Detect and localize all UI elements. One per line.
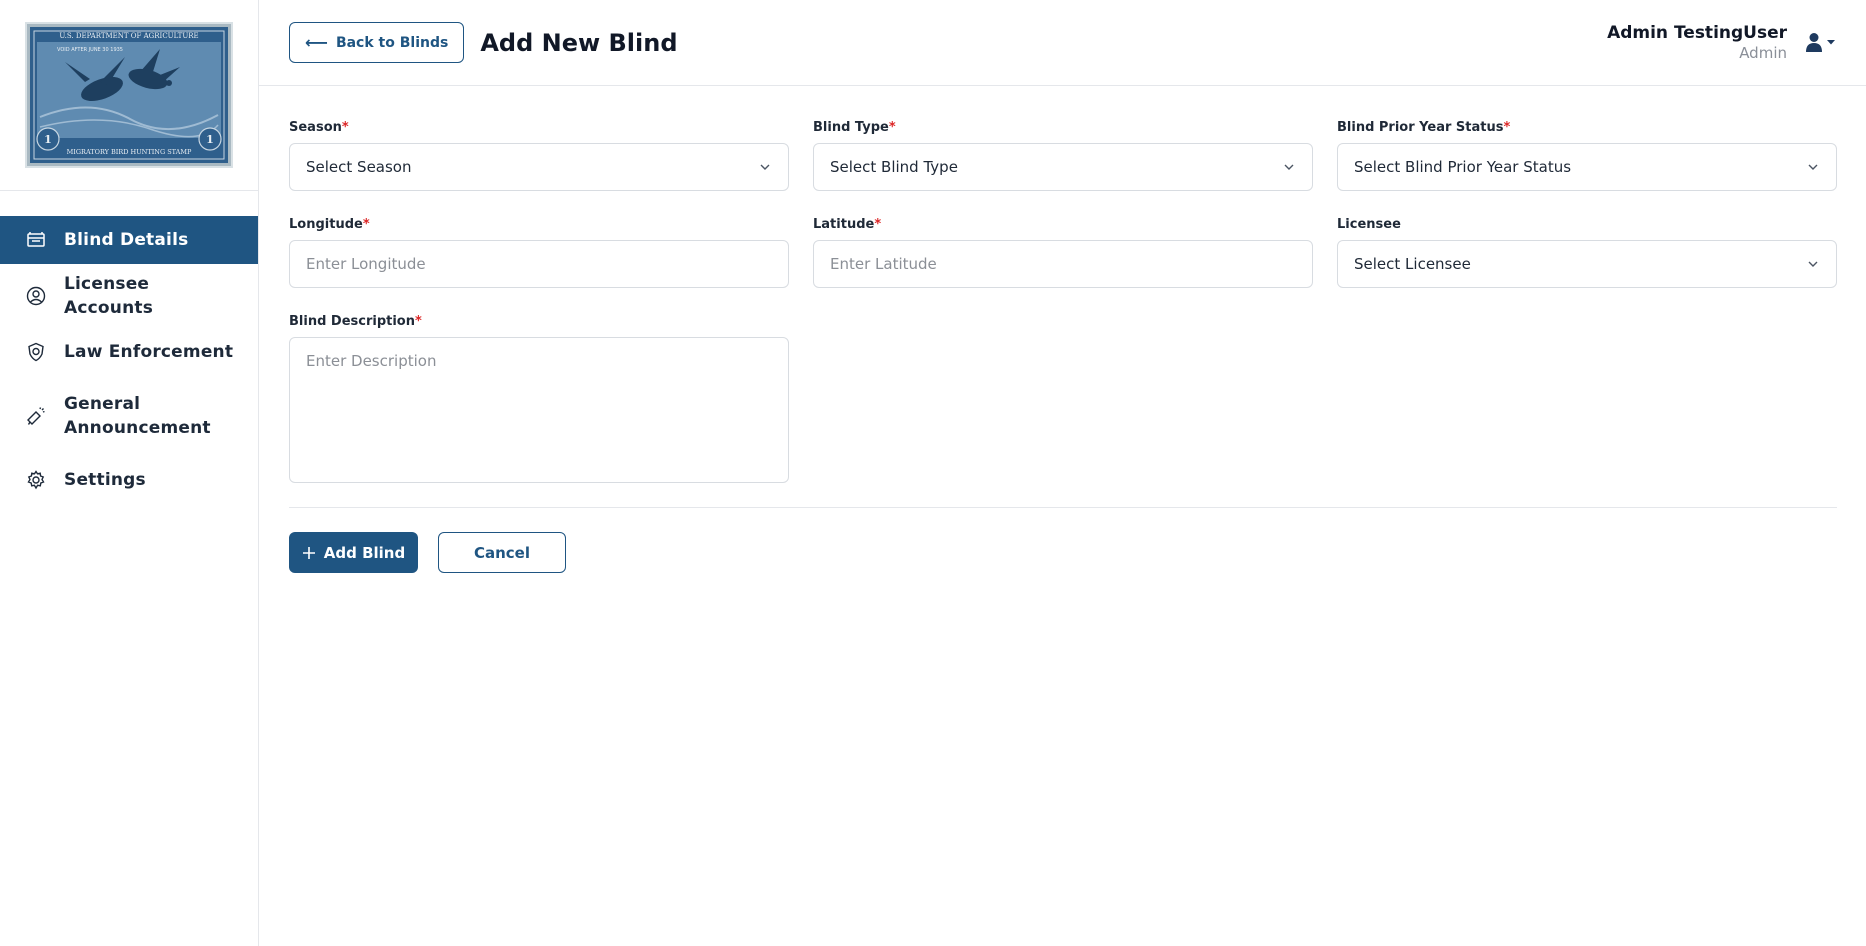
arrow-left-icon: ⟵ [305, 32, 328, 52]
sidebar-item-label: Settings [64, 470, 146, 490]
svg-text:1: 1 [206, 133, 214, 146]
blind-type-label: Blind Type* [813, 120, 896, 135]
prior-year-status-field: Blind Prior Year Status* Select Blind Pr… [1337, 120, 1837, 191]
plus-icon [302, 546, 315, 559]
sidebar-item-general-announcement[interactable]: General Announcement [0, 384, 258, 448]
chevron-down-icon [1284, 164, 1294, 170]
add-blind-form: Season* Select Season Blind Type* Select… [259, 86, 1866, 573]
sidebar: U.S. DEPARTMENT OF AGRICULTURE VOID AFTE… [0, 0, 259, 946]
app-root: U.S. DEPARTMENT OF AGRICULTURE VOID AFTE… [0, 0, 1866, 946]
latitude-label: Latitude* [813, 217, 882, 232]
svg-text:1: 1 [44, 133, 52, 146]
caret-down-icon [1827, 40, 1835, 45]
svg-text:VOID AFTER JUNE 30 1935: VOID AFTER JUNE 30 1935 [57, 47, 123, 53]
latitude-placeholder: Enter Latitude [830, 255, 937, 273]
sidebar-item-blind-details[interactable]: Blind Details [0, 216, 258, 264]
licensee-label: Licensee [1337, 217, 1401, 232]
description-placeholder: Enter Description [306, 352, 437, 370]
sidebar-item-settings[interactable]: Settings [0, 456, 258, 504]
sidebar-item-label: Blind Details [64, 230, 189, 250]
longitude-label: Longitude* [289, 217, 370, 232]
user-role: Admin [1739, 44, 1787, 62]
form-divider [289, 507, 1837, 508]
chevron-down-icon [1808, 164, 1818, 170]
form-grid: Season* Select Season Blind Type* Select… [289, 120, 1837, 483]
add-blind-button[interactable]: Add Blind [289, 532, 418, 573]
blind-icon [26, 230, 46, 250]
user-info: Admin TestingUser Admin [1607, 22, 1787, 62]
sidebar-nav: Blind Details Licensee Accounts Law Enfo… [0, 191, 258, 504]
logo-area: U.S. DEPARTMENT OF AGRICULTURE VOID AFTE… [0, 0, 258, 191]
season-field: Season* Select Season [289, 120, 789, 191]
latitude-field: Latitude* Enter Latitude [813, 217, 1313, 288]
latitude-input[interactable]: Enter Latitude [813, 240, 1313, 288]
user-icon [1806, 33, 1822, 52]
page-title: Add New Blind [480, 28, 678, 57]
cancel-label: Cancel [473, 543, 530, 562]
sidebar-item-label: Licensee Accounts [64, 274, 154, 318]
user-block: Admin TestingUser Admin [1607, 22, 1836, 62]
prior-year-status-select[interactable]: Select Blind Prior Year Status [1337, 143, 1837, 191]
duck-stamp-logo: U.S. DEPARTMENT OF AGRICULTURE VOID AFTE… [25, 22, 233, 168]
description-textarea[interactable]: Enter Description [289, 337, 789, 483]
svg-text:MIGRATORY BIRD HUNTING STAMP: MIGRATORY BIRD HUNTING STAMP [67, 148, 192, 156]
season-value: Select Season [306, 158, 412, 176]
sidebar-item-law-enforcement[interactable]: Law Enforcement [0, 328, 258, 376]
user-circle-icon [26, 286, 46, 306]
svg-text:U.S. DEPARTMENT OF AGRICULTURE: U.S. DEPARTMENT OF AGRICULTURE [59, 32, 198, 40]
licensee-field: Licensee Select Licensee [1337, 217, 1837, 288]
top-bar: ⟵ Back to Blinds Add New Blind Admin Tes… [259, 0, 1866, 86]
cancel-button[interactable]: Cancel [438, 532, 566, 573]
sidebar-item-licensee-accounts[interactable]: Licensee Accounts [0, 272, 258, 320]
season-label: Season* [289, 120, 349, 135]
chevron-down-icon [1808, 261, 1818, 267]
longitude-placeholder: Enter Longitude [306, 255, 426, 273]
back-to-blinds-button[interactable]: ⟵ Back to Blinds [289, 22, 465, 63]
chevron-down-icon [760, 164, 770, 170]
longitude-input[interactable]: Enter Longitude [289, 240, 789, 288]
description-field: Blind Description* Enter Description [289, 314, 789, 483]
blind-type-select[interactable]: Select Blind Type [813, 143, 1313, 191]
blind-type-field: Blind Type* Select Blind Type [813, 120, 1313, 191]
form-actions: Add Blind Cancel [289, 532, 1837, 573]
user-name: Admin TestingUser [1607, 23, 1787, 43]
gear-icon [26, 470, 46, 490]
prior-year-status-value: Select Blind Prior Year Status [1354, 158, 1572, 176]
blind-type-value: Select Blind Type [830, 158, 958, 176]
longitude-field: Longitude* Enter Longitude [289, 217, 789, 288]
user-menu-toggle[interactable] [1805, 32, 1836, 52]
prior-year-status-label: Blind Prior Year Status* [1337, 120, 1511, 135]
main-content: ⟵ Back to Blinds Add New Blind Admin Tes… [259, 0, 1866, 946]
season-select[interactable]: Select Season [289, 143, 789, 191]
add-blind-label: Add Blind [323, 543, 406, 562]
badge-icon [26, 342, 46, 362]
sidebar-item-label: Law Enforcement [64, 342, 234, 362]
sidebar-item-label: General Announcement [64, 394, 211, 438]
licensee-value: Select Licensee [1354, 255, 1471, 273]
description-label: Blind Description* [289, 314, 422, 329]
licensee-select[interactable]: Select Licensee [1337, 240, 1837, 288]
megaphone-icon [26, 406, 46, 426]
back-button-label: Back to Blinds [335, 34, 449, 51]
